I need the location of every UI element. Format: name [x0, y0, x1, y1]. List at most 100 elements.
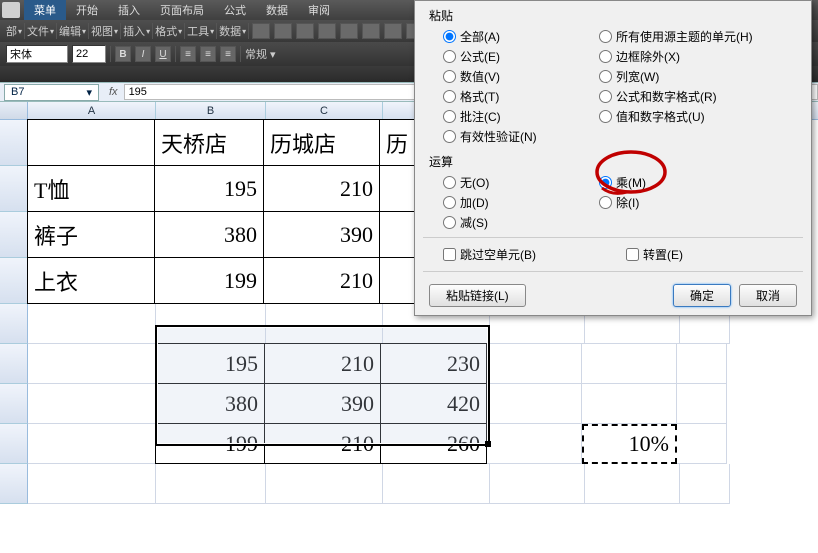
- cell[interactable]: [266, 464, 383, 504]
- radio-option[interactable]: 边框除外(X): [599, 48, 797, 65]
- cell[interactable]: 210: [264, 423, 381, 464]
- align-right-icon[interactable]: ≡: [220, 46, 236, 62]
- skip-blanks-checkbox[interactable]: 跳过空单元(B): [443, 246, 536, 263]
- cell[interactable]: 10%: [582, 424, 677, 464]
- column-header[interactable]: C: [266, 102, 383, 119]
- toolbar-menu[interactable]: 编辑 ▾: [59, 23, 86, 39]
- cell[interactable]: [487, 384, 582, 424]
- radio-option[interactable]: 所有使用源主题的单元(H): [599, 28, 797, 45]
- menu-tab[interactable]: 插入: [108, 0, 150, 20]
- row-header[interactable]: [0, 166, 28, 212]
- cell[interactable]: [487, 344, 582, 384]
- cell[interactable]: [28, 344, 156, 384]
- radio-option[interactable]: 公式(E): [443, 48, 599, 65]
- column-header[interactable]: B: [156, 102, 266, 119]
- print-icon[interactable]: [296, 23, 314, 39]
- radio-option[interactable]: 有效性验证(N): [443, 128, 599, 145]
- toolbar-menu[interactable]: 文件 ▾: [27, 23, 54, 39]
- cell[interactable]: [490, 464, 585, 504]
- cell[interactable]: 195: [154, 165, 264, 212]
- cell[interactable]: 420: [380, 383, 487, 424]
- radio-option[interactable]: 全部(A): [443, 28, 599, 45]
- cancel-button[interactable]: 取消: [739, 284, 797, 307]
- preview-icon[interactable]: [318, 23, 336, 39]
- cell[interactable]: [487, 424, 582, 464]
- font-size-input[interactable]: [72, 45, 106, 63]
- radio-option[interactable]: 值和数字格式(U): [599, 108, 797, 125]
- row-header[interactable]: [0, 120, 28, 166]
- radio-option[interactable]: 公式和数字格式(R): [599, 88, 797, 105]
- cell[interactable]: [28, 464, 156, 504]
- align-left-icon[interactable]: ≡: [180, 46, 196, 62]
- menu-tab[interactable]: 数据: [256, 0, 298, 20]
- cell[interactable]: 230: [380, 343, 487, 384]
- toolbar-menu[interactable]: 部 ▾: [6, 23, 22, 39]
- cell[interactable]: 上衣: [27, 257, 155, 304]
- copy-icon[interactable]: [362, 23, 380, 39]
- menu-tab[interactable]: 开始: [66, 0, 108, 20]
- cell[interactable]: [677, 424, 727, 464]
- bold-button[interactable]: B: [115, 46, 131, 62]
- menu-tab[interactable]: 审阅: [298, 0, 340, 20]
- cell[interactable]: [383, 464, 490, 504]
- row-header[interactable]: [0, 212, 28, 258]
- cell[interactable]: [28, 384, 156, 424]
- toolbar-menu[interactable]: 格式 ▾: [155, 23, 182, 39]
- radio-option[interactable]: 无(O): [443, 174, 599, 191]
- cell[interactable]: 380: [155, 383, 265, 424]
- open-icon[interactable]: [274, 23, 292, 39]
- paste-icon[interactable]: [384, 23, 402, 39]
- row-header[interactable]: [0, 384, 28, 424]
- cell[interactable]: 390: [263, 211, 380, 258]
- cell[interactable]: 195: [155, 343, 265, 384]
- cut-icon[interactable]: [340, 23, 358, 39]
- cell[interactable]: [28, 424, 156, 464]
- save-icon[interactable]: [252, 23, 270, 39]
- cell[interactable]: 199: [155, 423, 265, 464]
- cell[interactable]: [156, 464, 266, 504]
- paste-link-button[interactable]: 粘贴链接(L): [429, 284, 526, 307]
- radio-option[interactable]: 格式(T): [443, 88, 599, 105]
- cell[interactable]: 历城店: [263, 119, 380, 166]
- cell[interactable]: 260: [380, 423, 487, 464]
- cell[interactable]: [266, 304, 383, 344]
- radio-option[interactable]: 乘(M): [599, 174, 797, 191]
- radio-option[interactable]: 除(I): [599, 194, 797, 211]
- row-header[interactable]: [0, 464, 28, 504]
- cell[interactable]: 390: [264, 383, 381, 424]
- cell[interactable]: 210: [263, 165, 380, 212]
- cell[interactable]: [585, 464, 680, 504]
- align-center-icon[interactable]: ≡: [200, 46, 216, 62]
- cell[interactable]: 裤子: [27, 211, 155, 258]
- cell[interactable]: [582, 344, 677, 384]
- cell[interactable]: [27, 119, 155, 166]
- font-name-input[interactable]: [6, 45, 68, 63]
- cell[interactable]: [680, 464, 730, 504]
- radio-option[interactable]: 列宽(W): [599, 68, 797, 85]
- row-header[interactable]: [0, 424, 28, 464]
- cell[interactable]: 天桥店: [154, 119, 264, 166]
- cell[interactable]: 199: [154, 257, 264, 304]
- cell[interactable]: T恤: [27, 165, 155, 212]
- cell[interactable]: [582, 384, 677, 424]
- select-all-corner[interactable]: [0, 102, 28, 119]
- row-header[interactable]: [0, 258, 28, 304]
- radio-option[interactable]: 数值(V): [443, 68, 599, 85]
- ok-button[interactable]: 确定: [673, 284, 731, 307]
- cell[interactable]: 210: [263, 257, 380, 304]
- menu-tab[interactable]: 菜单: [24, 0, 66, 20]
- menu-tab[interactable]: 页面布局: [150, 0, 214, 20]
- toolbar-menu[interactable]: 插入 ▾: [123, 23, 150, 39]
- radio-option[interactable]: 减(S): [443, 214, 599, 231]
- cell[interactable]: [677, 384, 727, 424]
- underline-button[interactable]: U: [155, 46, 171, 62]
- toolbar-menu[interactable]: 视图 ▾: [91, 23, 118, 39]
- name-box[interactable]: B7▾: [4, 84, 99, 101]
- cell[interactable]: [156, 304, 266, 344]
- cell[interactable]: [677, 344, 727, 384]
- transpose-checkbox[interactable]: 转置(E): [626, 246, 683, 263]
- column-header[interactable]: A: [28, 102, 156, 119]
- cell[interactable]: [28, 304, 156, 344]
- radio-option[interactable]: 批注(C): [443, 108, 599, 125]
- toolbar-menu[interactable]: 数据 ▾: [219, 23, 246, 39]
